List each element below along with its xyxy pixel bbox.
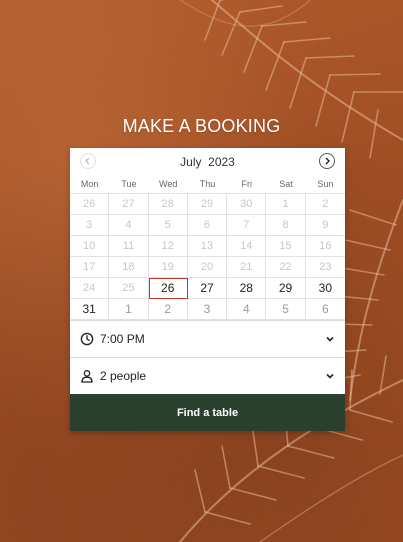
time-value: 7:00 PM [100, 332, 145, 346]
calendar-day-disabled: 17 [70, 257, 110, 278]
calendar-day-disabled: 3 [70, 215, 110, 236]
calendar-day-disabled: 21 [227, 257, 267, 278]
calendar-day-next-month[interactable]: 5 [266, 299, 306, 320]
month-label: July 2023 [180, 154, 235, 169]
party-size-select[interactable]: 2 people [70, 357, 345, 394]
calendar-grid: 26 27 28 29 30 1 2 3 4 5 6 7 8 9 10 11 1… [70, 193, 345, 320]
calendar-day-next-month[interactable]: 4 [227, 299, 267, 320]
calendar-day-disabled: 6 [187, 215, 228, 236]
weekday-label: Sat [279, 179, 293, 189]
calendar-day-disabled: 16 [305, 236, 345, 257]
calendar-day-disabled: 1 [266, 194, 306, 215]
calendar-day-disabled: 9 [305, 215, 345, 236]
calendar-day-disabled: 20 [187, 257, 228, 278]
weekday-label: Thu [199, 179, 216, 189]
calendar-day-next-month[interactable]: 2 [148, 299, 188, 320]
chevron-down-icon [325, 371, 335, 381]
calendar-day-disabled: 5 [148, 215, 188, 236]
chevron-right-icon [325, 157, 330, 165]
calendar-day-disabled: 13 [187, 236, 228, 257]
clock-icon [80, 332, 94, 346]
chevron-left-icon [85, 157, 90, 165]
page-title: MAKE A BOOKING [122, 116, 281, 136]
calendar-day-disabled: 25 [109, 278, 149, 299]
calendar-day-next-month[interactable]: 1 [109, 299, 149, 320]
calendar-day-disabled: 28 [148, 194, 188, 215]
weekday-label: Tue [121, 179, 137, 189]
person-icon [80, 369, 94, 383]
next-month-button[interactable] [319, 153, 335, 169]
calendar-day-next-month[interactable]: 3 [187, 299, 228, 320]
calendar-day[interactable]: 27 [187, 278, 228, 299]
calendar-day-disabled: 10 [70, 236, 110, 257]
calendar-day[interactable]: 29 [266, 278, 306, 299]
calendar-day[interactable]: 30 [305, 278, 345, 299]
calendar-day-disabled: 8 [266, 215, 306, 236]
prev-month-button[interactable] [80, 153, 96, 169]
calendar-day-disabled: 2 [305, 194, 345, 215]
calendar-day-next-month[interactable]: 6 [305, 299, 345, 320]
chevron-down-icon [325, 334, 335, 344]
calendar-day-disabled: 27 [109, 194, 149, 215]
calendar-day-disabled: 14 [227, 236, 267, 257]
find-table-button[interactable]: Find a table [70, 394, 345, 431]
weekday-header: Mon Tue Wed Thu Fri Sat Sun [70, 175, 345, 193]
calendar-day-disabled: 23 [305, 257, 345, 278]
calendar-day-disabled: 7 [227, 215, 267, 236]
calendar-day-disabled: 22 [266, 257, 306, 278]
calendar-day-disabled: 19 [148, 257, 188, 278]
calendar-day-disabled: 11 [109, 236, 149, 257]
calendar-day[interactable]: 28 [227, 278, 267, 299]
booking-widget: July 2023 Mon Tue Wed Thu Fri Sat Sun 26… [70, 148, 345, 431]
calendar-day-disabled: 18 [109, 257, 149, 278]
calendar-day-selected[interactable]: 26 [148, 278, 188, 299]
calendar-day-disabled: 29 [187, 194, 228, 215]
weekday-label: Sun [317, 179, 334, 189]
time-select[interactable]: 7:00 PM [70, 320, 345, 357]
calendar-day-disabled: 15 [266, 236, 306, 257]
calendar-day-disabled: 26 [70, 194, 110, 215]
calendar-day-disabled: 30 [227, 194, 267, 215]
weekday-label: Mon [80, 179, 99, 189]
party-size-value: 2 people [100, 369, 147, 383]
weekday-label: Wed [159, 179, 178, 189]
calendar-day-disabled: 24 [70, 278, 110, 299]
calendar-day[interactable]: 31 [70, 299, 110, 320]
calendar-day-disabled: 4 [109, 215, 149, 236]
calendar-header: July 2023 [70, 148, 345, 175]
weekday-label: Fri [241, 179, 253, 189]
calendar-day-disabled: 12 [148, 236, 188, 257]
